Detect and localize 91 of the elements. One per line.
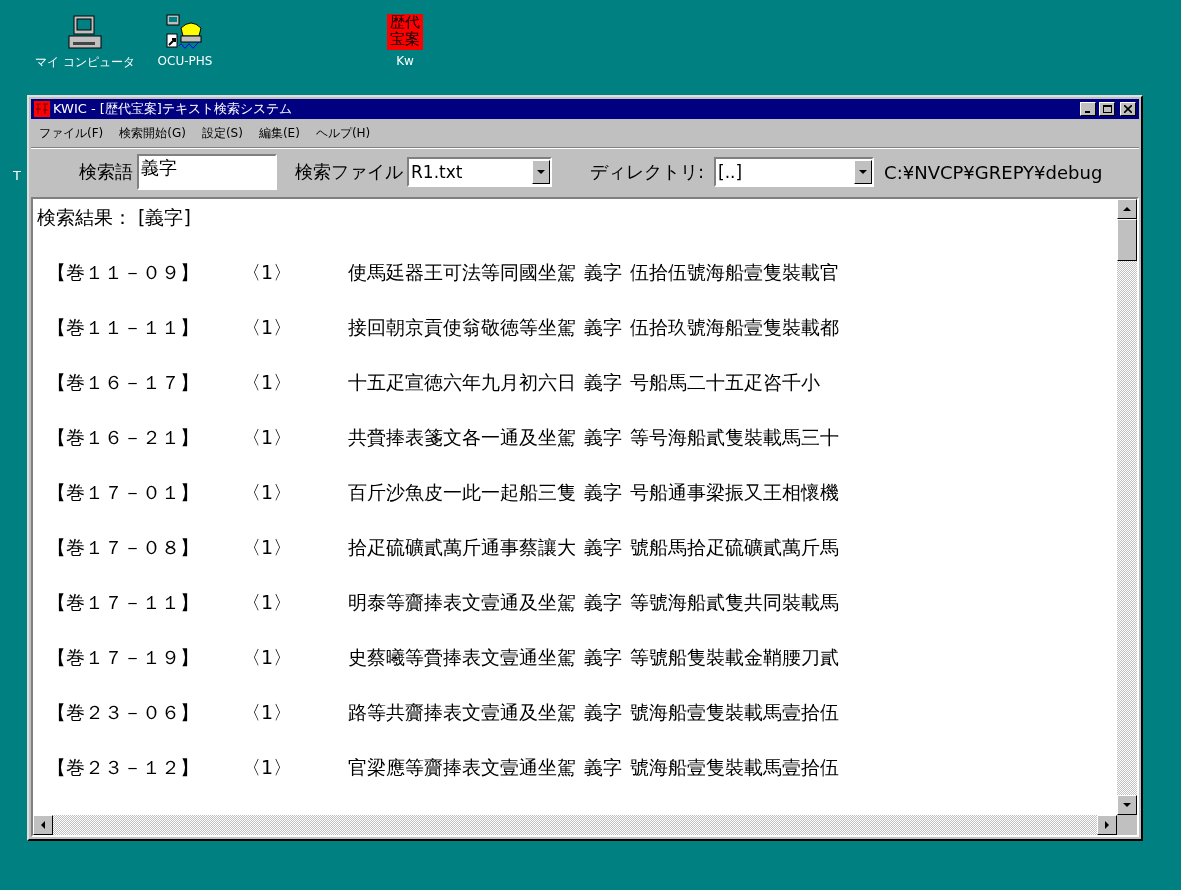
volume-reference: 【巻２３－１２】 — [47, 754, 200, 780]
volume-reference: 【巻２３－０６】 — [47, 699, 200, 725]
caret-icon — [537, 168, 545, 176]
keyword: 義字 — [584, 534, 622, 560]
context-left: 路等共齎捧表文壹通及坐駕 — [348, 699, 576, 725]
context-right: 等號海船貳隻共同裝載馬 — [630, 589, 839, 615]
scroll-right-button[interactable] — [1097, 815, 1117, 835]
context-right: 號海船壹隻裝載馬壹拾伍 — [630, 699, 839, 725]
results-heading: 検索結果： [義字] — [37, 205, 192, 230]
up-arrow-icon — [1123, 205, 1131, 213]
file-label: 検索ファイル — [295, 160, 403, 184]
volume-reference: 【巻１１－０９】 — [47, 259, 200, 285]
hit-count: 〈1〉 — [242, 259, 294, 285]
context-left: 十五疋宣徳六年九月初六日 — [348, 369, 576, 395]
context-left: 接回朝京貢使翁敬徳等坐駕 — [348, 314, 576, 340]
hit-count: 〈1〉 — [242, 479, 294, 505]
app-icon: 歴代宝案 — [387, 14, 423, 50]
menu-item[interactable]: 設定(S) — [201, 124, 243, 142]
file-dropdown[interactable]: R1.txt — [407, 157, 552, 187]
window-title: KWIC - [歴代宝案]テキスト検索システム — [53, 100, 293, 118]
close-icon — [1124, 105, 1132, 113]
hit-count: 〈1〉 — [242, 424, 294, 450]
volume-reference: 【巻１７－０１】 — [47, 479, 200, 505]
hit-count: 〈1〉 — [242, 754, 294, 780]
hit-count: 〈1〉 — [242, 644, 294, 670]
scroll-down-button[interactable] — [1117, 795, 1137, 815]
context-right: 号船馬二十五疋咨千小 — [630, 369, 820, 395]
directory-label: ディレクトリ: — [590, 160, 705, 184]
directory-path: C:¥NVCP¥GREPY¥debug — [884, 161, 1103, 183]
context-right: 伍拾玖號海船壹隻裝載都 — [630, 314, 839, 340]
horizontal-scrollbar[interactable] — [33, 815, 1117, 835]
desktop-icon-label[interactable]: OCU-PHS — [157, 54, 213, 68]
caret-icon — [859, 168, 868, 176]
keyword: 義字 — [584, 479, 622, 505]
maximize-button[interactable] — [1099, 102, 1115, 116]
context-right: 等号海船貳隻裝載馬三十 — [630, 424, 839, 450]
resize-grip[interactable] — [1117, 815, 1137, 835]
keyword: 義字 — [584, 259, 622, 285]
volume-reference: 【巻１７－１１】 — [47, 589, 200, 615]
volume-reference: 【巻１１－１１】 — [47, 314, 200, 340]
context-left: 史蔡曦等賫捧表文壹通坐駕 — [348, 644, 576, 670]
search-label: 検索語 — [79, 160, 133, 184]
keyword: 義字 — [584, 589, 622, 615]
context-right: 號海船壹隻裝載馬壹拾伍 — [630, 754, 839, 780]
context-right: 号船通事梁振又王相懷機 — [630, 479, 839, 505]
menu-item[interactable]: ヘルプ(H) — [315, 124, 371, 142]
keyword: 義字 — [584, 699, 622, 725]
context-left: 明泰等齎捧表文壹通及坐駕 — [348, 589, 576, 615]
desktop-icon-label[interactable]: Kw — [396, 54, 414, 68]
directory-dropdown[interactable]: [..] — [714, 157, 875, 187]
down-arrow-icon — [1123, 801, 1131, 809]
hit-count: 〈1〉 — [242, 699, 294, 725]
scroll-left-button[interactable] — [33, 815, 53, 835]
volume-reference: 【巻１６－１７】 — [47, 369, 200, 395]
scroll-thumb[interactable] — [1117, 219, 1137, 261]
left-arrow-icon — [39, 821, 47, 829]
context-left: 百斤沙魚皮一此一起船三隻 — [348, 479, 576, 505]
menu-item[interactable]: 検索開始(G) — [119, 124, 186, 142]
volume-reference: 【巻１７－０８】 — [47, 534, 200, 560]
computer-icon — [67, 14, 103, 50]
context-right: 號船馬拾疋硫礦貳萬斤馬 — [630, 534, 839, 560]
context-left: 使馬廷器王可法等同國坐駕 — [348, 259, 576, 285]
context-right: 伍拾伍號海船壹隻裝載官 — [630, 259, 839, 285]
minimize-button[interactable] — [1080, 102, 1096, 116]
keyword: 義字 — [584, 424, 622, 450]
app-icon — [34, 101, 50, 117]
desktop-icon-label: T — [13, 168, 21, 183]
keyword: 義字 — [584, 314, 622, 340]
keyword: 義字 — [584, 369, 622, 395]
maximize-icon — [1102, 105, 1112, 113]
hit-count: 〈1〉 — [242, 589, 294, 615]
keyword: 義字 — [584, 754, 622, 780]
scroll-up-button[interactable] — [1117, 199, 1137, 219]
menu-item[interactable]: 編集(E) — [258, 124, 300, 142]
hit-count: 〈1〉 — [242, 314, 294, 340]
context-left: 共賫捧表箋文各一通及坐駕 — [348, 424, 576, 450]
phone-icon — [165, 14, 205, 50]
volume-reference: 【巻１７－１９】 — [47, 644, 200, 670]
desktop-icon-label[interactable]: マイ コンピュータ — [35, 54, 135, 71]
hit-count: 〈1〉 — [242, 534, 294, 560]
menu-item[interactable]: ファイル(F) — [39, 124, 104, 142]
hit-count: 〈1〉 — [242, 369, 294, 395]
context-left: 拾疋硫礦貳萬斤通事蔡讓大 — [348, 534, 576, 560]
volume-reference: 【巻１６－２１】 — [47, 424, 200, 450]
search-field[interactable]: 義字 — [137, 154, 277, 190]
keyword: 義字 — [584, 644, 622, 670]
vertical-scrollbar[interactable] — [1117, 199, 1137, 815]
context-left: 官梁應等齎捧表文壹通坐駕 — [348, 754, 576, 780]
context-right: 等號船隻裝載金鞘腰刀貳 — [630, 644, 839, 670]
right-arrow-icon — [1103, 821, 1111, 829]
close-button[interactable] — [1120, 102, 1136, 116]
